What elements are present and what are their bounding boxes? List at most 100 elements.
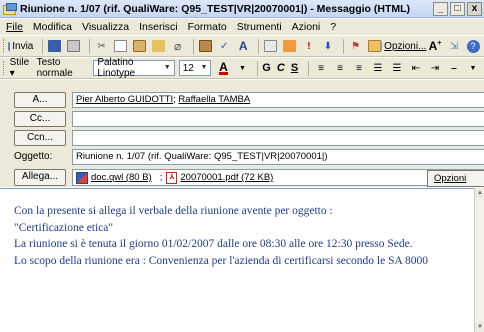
address-book-button[interactable] [197,38,213,55]
help-icon: ? [466,39,480,53]
low-importance-button[interactable]: ⬇ [320,38,336,55]
decrease-indent-button[interactable]: ⇤ [408,60,424,77]
subject-row: Oggetto: Riunione n. 1/07 (rif. QualiWar… [0,149,484,167]
follow-up-flag-button[interactable]: ⚑ [348,38,364,55]
to-button[interactable]: A... [14,92,66,108]
insert-item-icon [283,40,297,52]
numbered-list-button[interactable]: ☰ [370,60,386,77]
menu-formato[interactable]: Formato [188,21,227,33]
menu-visualizza[interactable]: Visualizza [82,21,129,33]
options-button[interactable]: Opzioni... [380,38,426,55]
menu-azioni[interactable]: Azioni [292,21,321,33]
attachment-options-button[interactable]: Opzioni allega [427,170,484,199]
separator [192,38,194,54]
toolbar-grip[interactable] [3,61,6,75]
attachment-item[interactable]: doc.qwl (80 B) [76,171,152,184]
menu-strumenti[interactable]: Strumenti [237,21,282,33]
toolbar-overflow-button[interactable]: ▼ [465,60,481,77]
font-size-select[interactable]: 12 ▼ [178,60,212,76]
paste-icon [133,40,147,52]
align-left-button[interactable]: ≡ [313,60,329,77]
recipient[interactable]: Pier Alberto GUIDOTTI [76,94,173,105]
pdf-file-icon: ⅄ [166,171,178,184]
menu-file[interactable]: File [6,21,23,33]
align-right-icon: ≡ [356,62,362,74]
vertical-scrollbar[interactable]: ▲ ▼ [474,188,484,332]
bulleted-list-icon: ☰ [392,62,402,74]
attach-button[interactable]: Allega... [14,169,66,186]
attachment-separator: ; [159,172,163,183]
copy-icon [114,40,128,52]
menu-help[interactable]: ? [330,21,336,33]
cc-button[interactable]: Cc... [14,111,66,127]
separator [257,60,259,76]
separator [342,38,344,54]
horizontal-line-icon: ⎯ [451,62,457,74]
attach-row: Allega... doc.qwl (80 B) ; ⅄ 20070001.pd… [0,169,484,199]
body-line: "Certificazione etica" [14,221,114,234]
increase-indent-button[interactable]: ⇥ [427,60,443,77]
text-mode-button[interactable]: Testo normale [37,57,90,79]
recipient[interactable]: Raffaella TAMBA [178,94,250,105]
scroll-down-icon[interactable]: ▼ [475,322,484,332]
research-button[interactable]: ⇲ [446,38,462,55]
bulleted-list-button[interactable]: ☰ [389,60,405,77]
scroll-up-icon[interactable]: ▲ [475,188,484,198]
subject-label: Oggetto: [14,151,53,162]
increase-indent-icon: ⇥ [430,62,440,74]
menu-bar: File Modifica Visualizza Inserisci Forma… [0,19,484,35]
high-importance-button[interactable]: ! [301,38,317,55]
font-color-button[interactable]: A [215,60,231,77]
font-color-dropdown[interactable]: ▼ [234,60,250,77]
send-icon [8,41,11,51]
to-row: A... Pier Alberto GUIDOTTI; Raffaella TA… [0,92,484,110]
maximize-button[interactable]: □ [450,2,465,16]
close-button[interactable]: x [467,2,482,16]
menu-inserisci[interactable]: Inserisci [139,21,178,33]
align-center-icon: ≡ [337,62,343,74]
ccn-field[interactable] [72,130,484,146]
toolbar-grip[interactable] [3,39,5,53]
paste-button[interactable] [132,38,148,55]
message-body[interactable]: Con la presente si allega il verbale del… [0,188,474,332]
format-painter-button[interactable] [151,38,167,55]
minimize-button[interactable]: _ [433,2,448,16]
cc-field[interactable] [72,111,484,127]
cut-button[interactable]: ✂ [94,38,110,55]
attachment-name: doc.qwl (80 B) [91,172,152,183]
signature-button[interactable] [263,38,279,55]
attach-file-button[interactable]: ⌀ [170,38,186,55]
font-color-toolbar-button[interactable]: A [235,38,251,55]
window-title: Riunione n. 1/07 (rif. QualiWare: Q95_TE… [20,2,411,15]
copy-button[interactable] [113,38,129,55]
to-field[interactable]: Pier Alberto GUIDOTTI; Raffaella TAMBA [72,92,484,108]
font-size-grow-button[interactable]: A+ [427,38,443,55]
decrease-indent-icon: ⇤ [411,62,421,74]
save-icon [48,40,62,52]
horizontal-line-button[interactable]: ⎯ [446,60,462,77]
cut-icon: ✂ [97,40,106,52]
window-controls: _ □ x [433,2,482,16]
send-button[interactable]: Invia [8,38,33,55]
bold-button[interactable]: G [262,62,271,74]
style-menu[interactable]: Stile ▾ [10,57,33,79]
insert-item-button[interactable] [282,38,298,55]
flag-icon: ⚑ [351,40,361,52]
print-button[interactable] [66,38,82,55]
attachments-field[interactable]: doc.qwl (80 B) ; ⅄ 20070001.pdf (72 KB) … [72,169,484,199]
font-name-select[interactable]: Palatino Linotype ▼ [93,57,175,79]
save-button[interactable] [47,38,63,55]
help-button[interactable]: ? [465,38,481,55]
body-line: La riunione si è tenuta il giorno 01/02/… [14,238,413,250]
check-names-button[interactable]: ✓ [216,38,232,55]
research-icon: ⇲ [449,40,459,52]
italic-button[interactable]: C [277,62,285,74]
attachment-item[interactable]: ⅄ 20070001.pdf (72 KB) [166,171,273,184]
menu-modifica[interactable]: Modifica [33,21,72,33]
underline-button[interactable]: S [291,62,298,74]
ccn-button[interactable]: Ccn... [14,130,66,146]
permissions-icon [368,40,382,52]
align-center-button[interactable]: ≡ [332,60,348,77]
subject-field[interactable]: Riunione n. 1/07 (rif. QualiWare: Q95_TE… [72,149,484,165]
align-right-button[interactable]: ≡ [351,60,367,77]
